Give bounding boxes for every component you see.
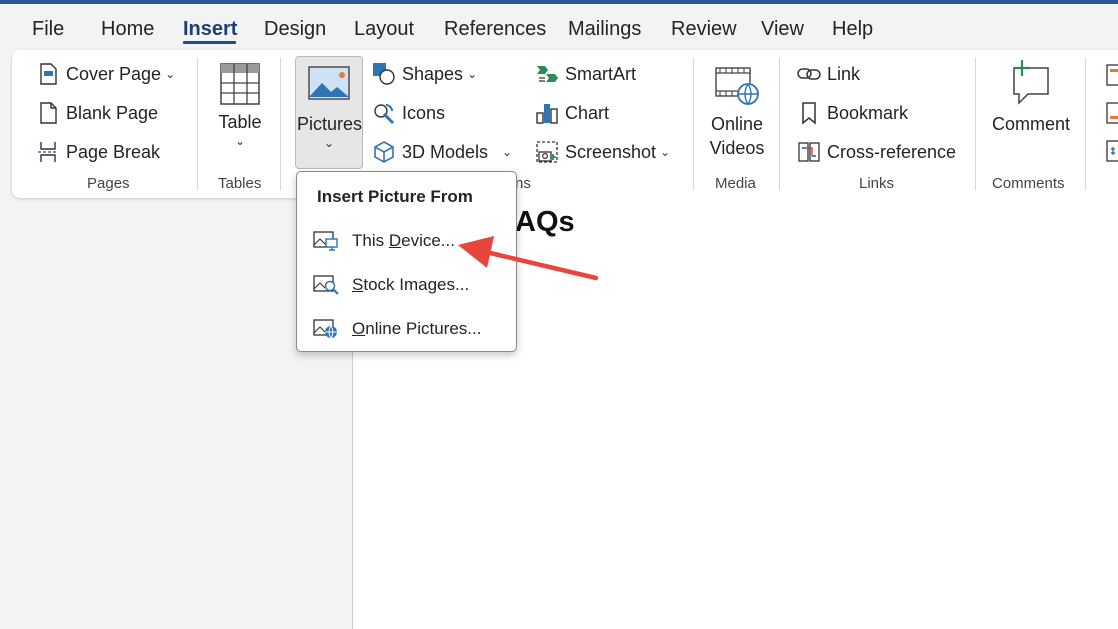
- group-label-pages: Pages: [87, 175, 130, 192]
- cross-reference-label: Cross-reference: [827, 141, 957, 162]
- tab-home[interactable]: Home: [101, 18, 154, 41]
- icons-button[interactable]: Icons: [372, 101, 445, 125]
- online-videos-button[interactable]: Online Videos: [702, 64, 772, 160]
- page-break-label: Page Break: [66, 141, 161, 162]
- tab-mailings[interactable]: Mailings: [568, 18, 641, 41]
- tab-layout[interactable]: Layout: [354, 18, 414, 41]
- footer-icon[interactable]: [1105, 102, 1118, 129]
- screenshot-button[interactable]: Screenshot ⌄: [535, 140, 670, 164]
- header-icon[interactable]: [1105, 64, 1118, 91]
- group-divider: [975, 58, 976, 190]
- menu-item-label: This Device...: [352, 231, 455, 250]
- screenshot-icon: [535, 140, 559, 164]
- chart-label: Chart: [565, 102, 610, 123]
- smartart-label: SmartArt: [565, 63, 637, 84]
- group-label-comments: Comments: [992, 175, 1065, 192]
- tab-design[interactable]: Design: [264, 18, 326, 41]
- online-videos-label-line1: Online: [710, 114, 764, 134]
- new-comment-button[interactable]: Comment: [988, 60, 1074, 136]
- cover-page-icon: [36, 62, 60, 86]
- group-divider: [1085, 58, 1086, 190]
- annotation-arrow: [458, 236, 599, 281]
- active-tab-indicator: [183, 41, 236, 44]
- group-divider: [693, 58, 694, 190]
- group-divider: [197, 58, 198, 190]
- chevron-down-icon: ⌄: [502, 145, 513, 159]
- link-button[interactable]: Link: [797, 62, 860, 86]
- group-label-links: Links: [859, 175, 895, 192]
- tab-view[interactable]: View: [761, 18, 804, 41]
- online-pictures-icon: [313, 318, 339, 340]
- group-label-media: Media: [715, 175, 756, 192]
- smartart-icon: [535, 62, 559, 86]
- tab-insert[interactable]: Insert: [183, 18, 237, 41]
- menu-item-stock-images[interactable]: Stock Images...: [313, 274, 469, 296]
- new-comment-icon: [988, 60, 1074, 106]
- menu-item-label: Online Pictures...: [352, 319, 482, 338]
- online-video-icon: [702, 64, 772, 108]
- blank-page-button[interactable]: Blank Page: [36, 101, 158, 125]
- chart-button[interactable]: Chart: [535, 101, 609, 125]
- online-videos-label-line2: Videos: [709, 138, 765, 158]
- pictures-label: Pictures: [297, 114, 363, 134]
- bookmark-button[interactable]: Bookmark: [797, 101, 908, 125]
- menu-item-online-pictures[interactable]: Online Pictures...: [313, 318, 481, 340]
- page-number-icon[interactable]: [1105, 140, 1118, 164]
- table-label: Table: [218, 112, 262, 132]
- chevron-down-icon: ⌄: [467, 67, 478, 81]
- chevron-down-icon: ⌄: [660, 145, 671, 159]
- shapes-icon: [372, 62, 396, 86]
- 3d-models-label: 3D Models: [402, 141, 489, 162]
- pictures-button-content[interactable]: Pictures ⌄: [297, 64, 363, 150]
- smartart-button[interactable]: SmartArt: [535, 62, 636, 86]
- table-button[interactable]: Table ⌄: [214, 62, 266, 148]
- shapes-button[interactable]: Shapes ⌄: [372, 62, 477, 86]
- icons-icon: [372, 101, 396, 125]
- chevron-down-icon: ⌄: [323, 136, 335, 150]
- cover-page-label: Cover Page: [66, 63, 162, 84]
- cross-reference-icon: [797, 140, 821, 164]
- page-break-icon: [36, 140, 60, 164]
- screenshot-label: Screenshot: [565, 141, 657, 162]
- table-icon: [214, 62, 266, 106]
- group-divider: [779, 58, 780, 190]
- group-label-tables: Tables: [218, 175, 262, 192]
- tab-review[interactable]: Review: [671, 18, 737, 41]
- 3d-cube-icon: [372, 140, 396, 164]
- header-footer-group-partial: [1105, 64, 1118, 164]
- group-label-illustrations-fragment: ns: [515, 175, 531, 192]
- chevron-down-icon: ⌄: [165, 67, 176, 81]
- menu-item-this-device[interactable]: This Device...: [313, 230, 455, 252]
- 3d-models-button[interactable]: 3D Models ⌄: [372, 140, 512, 164]
- bookmark-icon: [797, 101, 821, 125]
- link-icon: [797, 62, 821, 86]
- chevron-down-icon: ⌄: [234, 134, 246, 148]
- cross-reference-button[interactable]: Cross-reference: [797, 140, 956, 164]
- cover-page-button[interactable]: Cover Page ⌄: [36, 62, 175, 86]
- group-divider: [280, 58, 281, 190]
- page-break-button[interactable]: Page Break: [36, 140, 160, 164]
- blank-page-icon: [36, 101, 60, 125]
- device-picture-icon: [313, 230, 339, 252]
- tab-file[interactable]: File: [32, 18, 64, 41]
- blank-page-label: Blank Page: [66, 102, 159, 123]
- bookmark-label: Bookmark: [827, 102, 909, 123]
- link-label: Link: [827, 63, 861, 84]
- tab-help[interactable]: Help: [832, 18, 873, 41]
- tab-references[interactable]: References: [444, 18, 546, 41]
- insert-picture-menu-title: Insert Picture From: [317, 187, 473, 206]
- pictures-icon: [297, 64, 361, 104]
- comment-label: Comment: [991, 114, 1071, 134]
- ribbon-tab-bar: File Home Insert Design Layout Reference…: [0, 4, 1118, 50]
- chart-icon: [535, 101, 559, 125]
- shapes-label: Shapes: [402, 63, 464, 84]
- stock-images-icon: [313, 274, 339, 296]
- icons-label: Icons: [402, 102, 446, 123]
